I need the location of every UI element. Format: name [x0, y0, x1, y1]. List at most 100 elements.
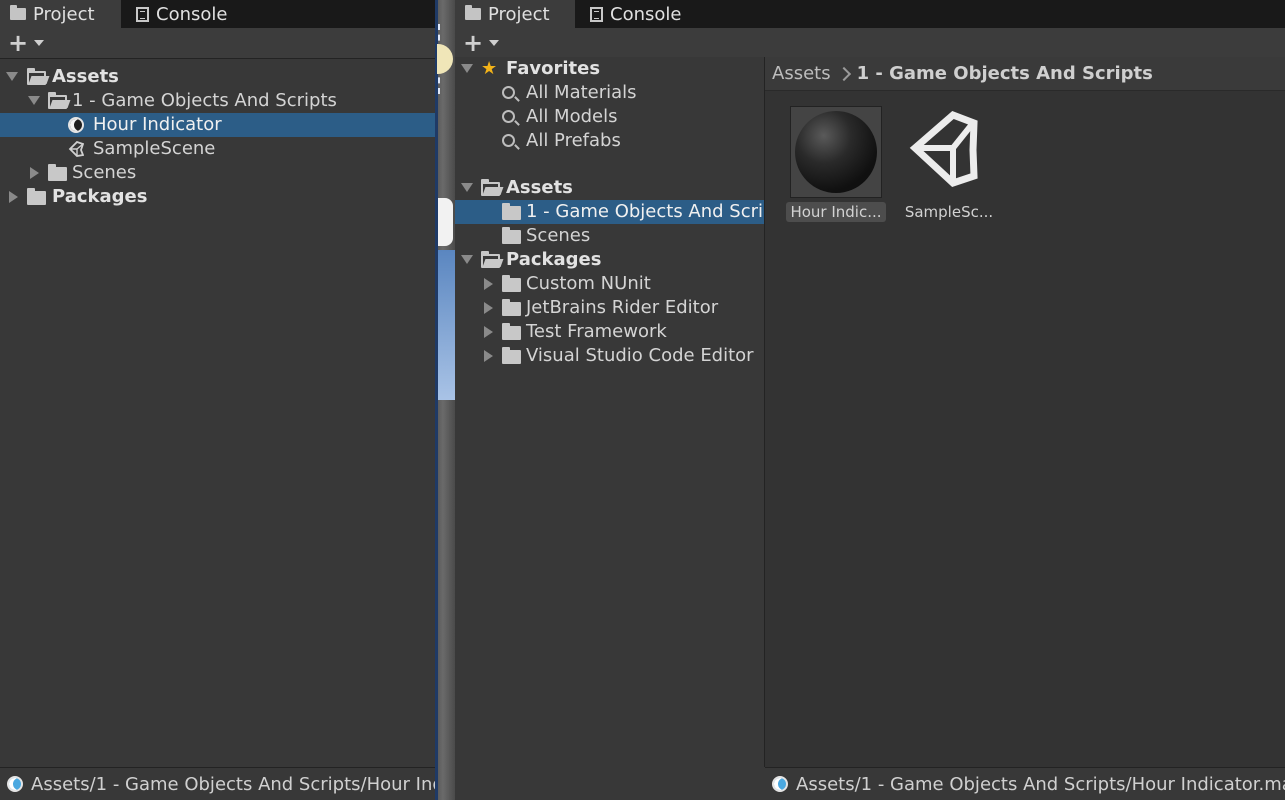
expand-arrow-icon[interactable]	[9, 191, 18, 203]
right-status-bar: Assets/1 - Game Objects And Scripts/Hour…	[765, 767, 1285, 800]
expand-arrow-icon[interactable]	[484, 326, 493, 338]
create-asset-button[interactable]: +	[463, 29, 503, 57]
expand-arrow-icon[interactable]	[6, 72, 18, 81]
tree-item-scenes[interactable]: Scenes	[455, 224, 764, 248]
scene-view-edge[interactable]	[435, 0, 455, 800]
folder-open-icon	[27, 68, 46, 85]
plus-icon: +	[463, 29, 484, 57]
expand-arrow-icon[interactable]	[461, 255, 473, 264]
material-icon	[7, 776, 23, 792]
tree-item-label: JetBrains Rider Editor	[526, 297, 719, 318]
scene-thumbnail	[903, 106, 995, 198]
asset-samplescene[interactable]: SampleSc...	[899, 106, 999, 227]
breadcrumb-assets[interactable]: Assets	[772, 63, 831, 84]
asset-hour-indicator[interactable]: Hour Indic...	[786, 106, 886, 227]
chevron-down-icon	[34, 40, 45, 46]
right-project-panel: Project Console + ★ Favorites All Materi…	[455, 0, 1285, 800]
tree-item-assets[interactable]: Assets	[0, 65, 435, 89]
tree-item-test-framework[interactable]: Test Framework	[455, 320, 764, 344]
material-icon	[68, 117, 84, 133]
console-icon	[590, 6, 603, 22]
tab-console-label: Console	[610, 3, 682, 25]
left-project-panel: Project Console + Assets 1 - Game Object…	[0, 0, 435, 800]
expand-arrow-icon[interactable]	[461, 64, 473, 73]
plus-icon: +	[8, 29, 29, 57]
search-icon	[502, 110, 515, 123]
left-toolbar: +	[0, 28, 435, 59]
expand-arrow-icon[interactable]	[30, 167, 39, 179]
tree-item-label: Test Framework	[526, 321, 667, 342]
folder-icon	[10, 5, 26, 20]
tree-item-hour-indicator[interactable]: Hour Indicator	[0, 113, 435, 137]
chevron-right-icon	[836, 66, 851, 81]
tree-item-label: Assets	[506, 177, 573, 198]
tab-console[interactable]: Console	[590, 0, 710, 28]
folder-icon	[48, 164, 67, 181]
favorite-all-models[interactable]: All Models	[455, 105, 764, 129]
tree-item-packages[interactable]: Packages	[455, 248, 764, 272]
selected-asset-path: Assets/1 - Game Objects And Scripts/Hour…	[796, 773, 1285, 795]
folder-icon	[502, 347, 521, 364]
sphere-preview-icon	[795, 111, 877, 193]
tree-item-label: Scenes	[526, 225, 591, 246]
expand-arrow-icon[interactable]	[28, 96, 40, 105]
tree-item-samplescene[interactable]: SampleScene	[0, 137, 435, 161]
favorite-label: All Models	[526, 106, 618, 127]
left-tabbar: Project Console	[0, 0, 435, 28]
unity-scene-icon	[909, 110, 978, 187]
tab-console-label: Console	[156, 3, 228, 25]
tree-item-label: 1 - Game Objects And Scrip	[526, 201, 765, 222]
panel-divider[interactable]	[435, 0, 438, 800]
tree-item-label: 1 - Game Objects And Scripts	[72, 90, 337, 111]
tab-project-label: Project	[33, 3, 95, 25]
expand-arrow-icon[interactable]	[484, 302, 493, 314]
tree-item-scenes[interactable]: Scenes	[0, 161, 435, 185]
tree-item-label: Hour Indicator	[93, 114, 222, 135]
expand-arrow-icon[interactable]	[484, 350, 493, 362]
right-tabbar: Project Console	[455, 0, 1285, 28]
star-icon: ★	[481, 58, 498, 79]
tab-project[interactable]: Project	[455, 0, 575, 28]
folder-open-icon	[48, 92, 67, 109]
tree-item-game-objects-folder[interactable]: 1 - Game Objects And Scrip	[455, 200, 764, 224]
console-icon	[136, 6, 149, 22]
favorite-label: All Materials	[526, 82, 637, 103]
tree-item-label: Packages	[52, 186, 148, 207]
unity-scene-icon	[68, 141, 84, 157]
right-toolbar: +	[455, 28, 1285, 59]
expand-arrow-icon[interactable]	[461, 183, 473, 192]
create-asset-button[interactable]: +	[8, 29, 48, 57]
folder-icon	[465, 5, 481, 20]
tab-project[interactable]: Project	[0, 0, 121, 28]
tab-project-label: Project	[488, 3, 550, 25]
selected-asset-path: Assets/1 - Game Objects And Scripts/Hour…	[31, 773, 435, 795]
folder-icon	[502, 299, 521, 316]
tree-item-label: Packages	[506, 249, 602, 270]
asset-grid: Assets 1 - Game Objects And Scripts Hour…	[765, 57, 1285, 767]
favorite-all-materials[interactable]: All Materials	[455, 81, 764, 105]
folder-icon	[27, 188, 46, 205]
tree-item-favorites[interactable]: ★ Favorites	[455, 57, 764, 81]
tree-item-game-objects-folder[interactable]: 1 - Game Objects And Scripts	[0, 89, 435, 113]
tree-item-label: Favorites	[506, 58, 601, 79]
tab-console[interactable]: Console	[136, 0, 256, 28]
expand-arrow-icon[interactable]	[484, 278, 493, 290]
scene-sky	[438, 250, 455, 400]
breadcrumb-current[interactable]: 1 - Game Objects And Scripts	[857, 63, 1153, 84]
tree-item-label: Scenes	[72, 162, 137, 183]
tree-item-vscode-editor[interactable]: Visual Studio Code Editor	[455, 344, 764, 368]
tree-item-label: Visual Studio Code Editor	[526, 345, 754, 366]
favorite-label: All Prefabs	[526, 130, 621, 151]
material-icon	[772, 776, 788, 792]
tree-item-custom-nunit[interactable]: Custom NUnit	[455, 272, 764, 296]
tree-item-assets[interactable]: Assets	[455, 176, 764, 200]
tree-item-packages[interactable]: Packages	[0, 185, 435, 209]
tree-item-label: Assets	[52, 66, 119, 87]
folder-open-icon	[481, 251, 500, 268]
folder-tree: ★ Favorites All Materials All Models All…	[455, 57, 765, 767]
tree-item-jetbrains-rider-editor[interactable]: JetBrains Rider Editor	[455, 296, 764, 320]
favorite-all-prefabs[interactable]: All Prefabs	[455, 129, 764, 153]
tree-item-label: Custom NUnit	[526, 273, 651, 294]
folder-icon	[502, 275, 521, 292]
chevron-down-icon	[489, 40, 500, 46]
